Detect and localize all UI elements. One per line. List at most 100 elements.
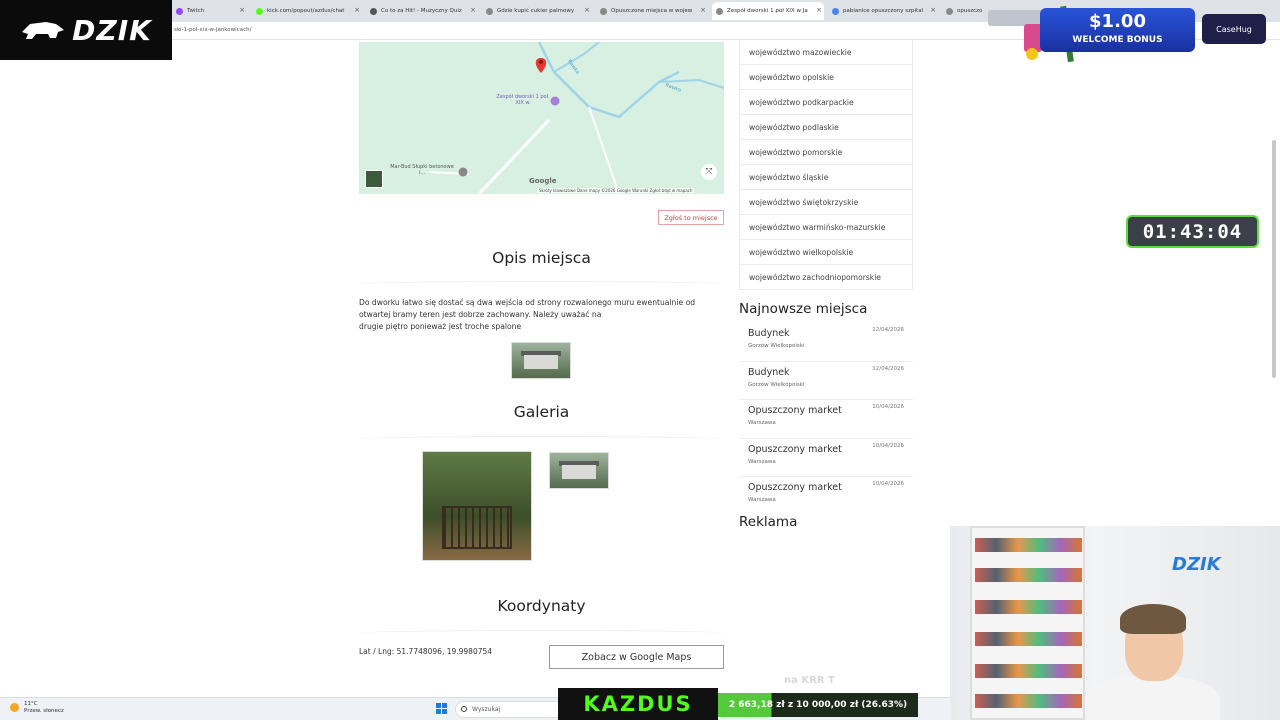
region-item-swietokrzyskie[interactable]: województwo świętokrzyskie	[739, 190, 913, 215]
region-item-warminsko-mazurskie[interactable]: województwo warmińsko-mazurskie	[739, 215, 913, 240]
region-item-pomorskie[interactable]: województwo pomorskie	[739, 140, 913, 165]
url-text: ski-1-pol-xix-w-jankowicach/	[174, 27, 252, 33]
tab-label: Gdzie kupić cukier palmowy	[497, 8, 575, 14]
region-list: województwo mazowieckie województwo opol…	[739, 40, 913, 290]
gallery-photo-manor[interactable]	[549, 452, 609, 489]
coordinates-text: Lat / Lng: 51.7748096, 19.9980754	[359, 647, 493, 656]
close-icon[interactable]: ×	[470, 6, 476, 14]
tab-pabianice[interactable]: pabianice opuszczony szpital ×	[828, 2, 938, 20]
map-business-label[interactable]: Mar-Bud Słupki betonowe i...	[389, 164, 455, 176]
description-photo[interactable]	[511, 342, 571, 379]
gallery-title: Galeria	[513, 403, 570, 421]
tab-manor-active[interactable]: Zespół dworski 1 poł XIX w Ja ×	[712, 2, 824, 20]
start-tile	[442, 709, 447, 714]
place-name[interactable]: Budynek	[748, 328, 790, 339]
place-city: Warszawa	[748, 497, 776, 503]
description-line: drugie piętro ponieważ jest troche spalo…	[359, 322, 522, 331]
sun-icon	[10, 703, 19, 712]
close-icon[interactable]: ×	[816, 6, 822, 14]
dzik-logo: DZIK	[0, 0, 172, 60]
region-item-zachodniopomorskie[interactable]: województwo zachodniopomorskie	[739, 265, 913, 290]
place-name[interactable]: Budynek	[748, 367, 790, 378]
tab-sugar[interactable]: Gdzie kupić cukier palmowy ×	[482, 2, 592, 20]
photo-gate	[442, 506, 512, 550]
photo-house	[523, 355, 559, 370]
search-placeholder: Wyszukaj	[472, 706, 501, 713]
place-name[interactable]: Opuszczony market	[748, 405, 842, 416]
page-scrollbar[interactable]	[1272, 140, 1276, 378]
place-name[interactable]: Opuszczony market	[748, 482, 842, 493]
tab-twitch[interactable]: Twitch ×	[172, 2, 247, 20]
boar-icon	[22, 22, 65, 39]
satellite-toggle[interactable]	[365, 170, 383, 188]
region-item-podlaskie[interactable]: województwo podlaskie	[739, 115, 913, 140]
tab-label: pabianice opuszczony szpital	[843, 8, 924, 14]
region-item-slaskie[interactable]: województwo śląskie	[739, 165, 913, 190]
fullscreen-icon[interactable]: ⤧	[701, 164, 717, 180]
tab-label: opuszczo	[957, 8, 982, 14]
description-line: otwartej bramy teren jest dobrze zachowa…	[359, 310, 602, 319]
shelf-row	[975, 694, 1082, 708]
webcam-logo: DZIK	[1172, 554, 1221, 575]
region-item-wielkopolskie[interactable]: województwo wielkopolskie	[739, 240, 913, 265]
region-item-mazowieckie[interactable]: województwo mazowieckie	[739, 40, 913, 65]
tab-label: Twitch	[187, 8, 205, 14]
map-embed[interactable]: Zespół dworski 1 poł. XIX w. Rawka Rawka…	[359, 42, 724, 194]
close-icon[interactable]: ×	[354, 6, 360, 14]
weather-desc: Przew. słonecz	[24, 708, 64, 714]
streamer-name: KAZDUS	[558, 688, 718, 720]
tab-label: Zespół dworski 1 poł XIX w Ja	[727, 8, 808, 14]
shelf-row	[975, 632, 1082, 646]
start-tile	[436, 709, 441, 714]
place-name[interactable]: Opuszczony market	[748, 444, 842, 455]
description-title: Opis miejsca	[492, 249, 591, 267]
place-city: Gorzów Wielkopolski	[748, 343, 805, 349]
start-tile	[442, 703, 447, 708]
casehug-brand: CaseHug	[1202, 14, 1266, 44]
close-icon[interactable]: ×	[239, 6, 245, 14]
photo-house	[561, 465, 597, 480]
close-icon[interactable]: ×	[584, 6, 590, 14]
weather-temp: 11°C	[24, 701, 38, 707]
divider	[359, 630, 724, 636]
gallery-photo-gate[interactable]	[422, 451, 532, 561]
tab-kick-chat[interactable]: kick.com/popout/azdus/chat ×	[252, 2, 362, 20]
map-place-label[interactable]: Zespół dworski 1 poł. XIX w.	[496, 94, 550, 106]
list-item[interactable]: Budynek Gorzów Wielkopolski 12/04/2026	[739, 323, 913, 362]
newest-places-title: Najnowsze miejsca	[739, 301, 868, 317]
donation-goal-bar: 2 663,18 zł z 10 000,00 zł (26.63%)	[718, 693, 918, 717]
google-maps-button[interactable]: Zobacz w Google Maps	[549, 645, 724, 669]
close-icon[interactable]: ×	[930, 6, 936, 14]
map-footer[interactable]: Skróty klawiszowe Dane mapy ©2026 Google…	[537, 188, 695, 193]
tab-abandoned-places[interactable]: Opuszczone miejsca w wojew ×	[596, 2, 708, 20]
person-body	[1085, 676, 1220, 720]
tab-quiz[interactable]: Co to za Hit! - Muzyczny Quiz ×	[366, 2, 478, 20]
windows-start-icon[interactable]	[436, 703, 447, 714]
place-city: Warszawa	[748, 458, 776, 465]
place-date: 12/04/2026	[872, 365, 904, 372]
bonus-subtitle: WELCOME BONUS	[1072, 35, 1163, 45]
divider	[359, 436, 724, 442]
place-date: 10/04/2026	[872, 404, 904, 410]
region-item-opolskie[interactable]: województwo opolskie	[739, 65, 913, 90]
place-city: Gorzów Wielkopolski	[748, 381, 805, 388]
list-item[interactable]: Opuszczony market Warszawa 10/04/2026	[739, 400, 913, 439]
shelf-row	[975, 600, 1082, 614]
place-date: 12/04/2026	[872, 327, 904, 333]
taskbar-search[interactable]: Wyszukaj	[455, 701, 565, 718]
weather-widget[interactable]: 11°C Przew. słonecz	[10, 701, 64, 715]
description-line: Do dworku łatwo się dostać są dwa wejści…	[359, 298, 696, 307]
globe-icon	[716, 7, 723, 15]
report-place-button[interactable]: Zgłoś to miejsce	[658, 210, 724, 225]
tab-more[interactable]: opuszczo	[942, 2, 982, 20]
list-item[interactable]: Budynek Gorzów Wielkopolski 12/04/2026	[739, 362, 913, 400]
divider	[359, 281, 724, 287]
list-item[interactable]: Opuszczony market Warszawa 10/04/2026	[739, 477, 913, 516]
logo-text: DZIK	[72, 13, 152, 47]
list-item[interactable]: Opuszczony market Warszawa 10/04/2026	[739, 439, 913, 477]
place-date: 10/04/2026	[872, 481, 904, 487]
region-item-podkarpackie[interactable]: województwo podkarpackie	[739, 90, 913, 115]
ads-title: Reklama	[739, 514, 798, 530]
close-icon[interactable]: ×	[700, 6, 706, 14]
welcome-bonus-box[interactable]: $1.00 WELCOME BONUS	[1040, 8, 1195, 52]
